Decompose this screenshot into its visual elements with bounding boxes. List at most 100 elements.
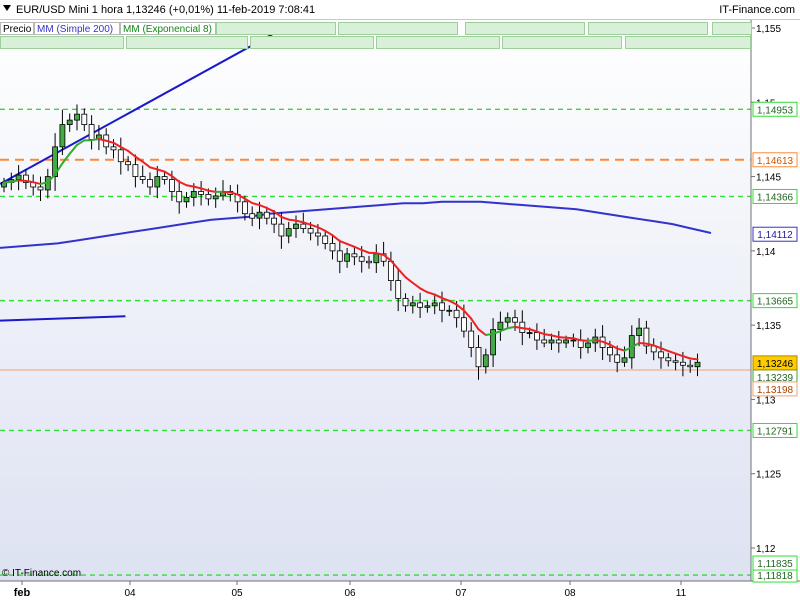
candle-body xyxy=(460,317,467,332)
candle-body xyxy=(373,253,380,264)
ema-8-segment xyxy=(638,341,648,345)
candle-body xyxy=(300,223,307,229)
candle-body xyxy=(694,361,701,368)
candle-body xyxy=(241,201,248,215)
candle-body xyxy=(249,213,256,219)
candle-body xyxy=(526,332,533,334)
footer-credit: © IT-Finance.com xyxy=(2,568,82,579)
candle-body xyxy=(687,364,694,368)
candle-body xyxy=(409,302,416,307)
candle-body xyxy=(607,347,613,356)
candle-body xyxy=(366,260,372,264)
candle-body xyxy=(636,327,642,336)
candle-body xyxy=(504,317,511,323)
collapse-arrow-icon[interactable] xyxy=(3,5,11,11)
legend-empty-slot[interactable] xyxy=(376,36,500,49)
candle-body xyxy=(482,354,489,368)
candle-body xyxy=(293,223,299,229)
legend-sma-200[interactable]: MM (Simple 200) xyxy=(34,22,120,35)
ema-8-segment xyxy=(484,332,495,337)
candle-body xyxy=(344,253,351,262)
legend-empty-slot[interactable] xyxy=(502,36,622,49)
candle-body xyxy=(680,361,686,366)
ema-8-segment xyxy=(185,184,195,188)
candle-body xyxy=(205,193,212,200)
ema-8-segment xyxy=(521,327,531,331)
candle-body xyxy=(351,253,358,258)
level-price-label-text: 1,14366 xyxy=(757,192,794,203)
candle-body xyxy=(417,302,424,308)
candle-body xyxy=(168,179,175,192)
candle-body xyxy=(37,186,44,191)
x-tick-label: 05 xyxy=(231,588,243,599)
candle-body xyxy=(563,339,569,344)
legend-empty-slot[interactable] xyxy=(588,22,708,35)
level-price-label-text: 1,13665 xyxy=(757,297,794,308)
candle-body xyxy=(176,191,183,203)
y-tick-label: 1,145 xyxy=(756,173,781,184)
candle-body xyxy=(358,256,365,262)
candle-body xyxy=(198,191,205,195)
candle-body xyxy=(395,280,402,299)
candle-body xyxy=(256,211,263,219)
level-price-label-text: 1,14953 xyxy=(757,105,794,116)
ema-8-segment xyxy=(557,336,568,339)
candle-body xyxy=(475,347,482,368)
ema-8-segment xyxy=(689,357,699,361)
ref-price-label-text: 1,11835 xyxy=(757,559,793,570)
legend-empty-slot[interactable] xyxy=(216,22,336,35)
candle-body xyxy=(59,124,66,148)
level-price-label-text: 1,14613 xyxy=(757,156,794,167)
sma-price-label-text: 1,14112 xyxy=(757,230,793,241)
legend-ema-8[interactable]: MM (Exponencial 8) xyxy=(120,22,216,35)
ema-8-segment xyxy=(90,138,100,142)
ema-8-segment xyxy=(207,189,217,193)
ema-8-segment xyxy=(24,179,35,184)
ema-8-segment xyxy=(222,190,232,194)
x-tick-label: 07 xyxy=(455,588,467,599)
candle-body xyxy=(387,260,394,281)
candle-body xyxy=(468,330,475,348)
candle-body xyxy=(74,113,80,121)
legend-empty-slot[interactable] xyxy=(250,36,374,49)
legend-empty-slot[interactable] xyxy=(0,36,124,49)
candle-body xyxy=(497,321,504,330)
candle-body xyxy=(110,146,117,151)
ema-8-segment xyxy=(565,336,575,340)
candle-body xyxy=(66,119,73,125)
brand-label[interactable]: IT-Finance.com xyxy=(719,4,795,16)
candle-body xyxy=(278,223,285,237)
candle-body xyxy=(147,179,153,188)
level-price-label-text: 1,11818 xyxy=(757,571,793,582)
candle-body xyxy=(570,339,577,342)
ema-8-segment xyxy=(587,339,597,342)
candle-body xyxy=(329,243,336,252)
last-price-label-text: 1,13246 xyxy=(757,359,794,370)
candle-body xyxy=(453,309,460,319)
legend-price[interactable]: Precio xyxy=(0,22,34,35)
candle-body xyxy=(271,217,278,225)
x-tick-label: 04 xyxy=(124,588,136,599)
legend-empty-slot[interactable] xyxy=(465,22,585,35)
x-tick-label: 06 xyxy=(344,588,356,599)
candle-body xyxy=(621,357,628,363)
ema-8-segment xyxy=(3,180,13,184)
candle-body xyxy=(658,351,664,359)
legend-empty-slot[interactable] xyxy=(712,22,752,35)
ema-8-segment xyxy=(514,325,524,330)
legend-empty-slot[interactable] xyxy=(625,36,751,49)
indicator-legend: Precio MM (Simple 200) MM (Exponencial 8… xyxy=(0,21,752,51)
title-bar: EUR/USD Mini 1 hora 1,13246 (+0,01%) 11-… xyxy=(0,0,800,20)
candle-body xyxy=(555,339,562,344)
candle-body xyxy=(285,228,292,237)
legend-empty-slot[interactable] xyxy=(126,36,248,49)
candle-body xyxy=(446,309,453,312)
candle-body xyxy=(81,113,88,125)
candle-body xyxy=(672,360,679,363)
candle-body xyxy=(424,305,431,308)
candle-body xyxy=(88,124,95,140)
legend-empty-slot[interactable] xyxy=(338,22,458,35)
level-price-label-text: 1,12791 xyxy=(757,426,794,437)
candle-body xyxy=(534,332,540,341)
candle-body xyxy=(614,354,621,363)
